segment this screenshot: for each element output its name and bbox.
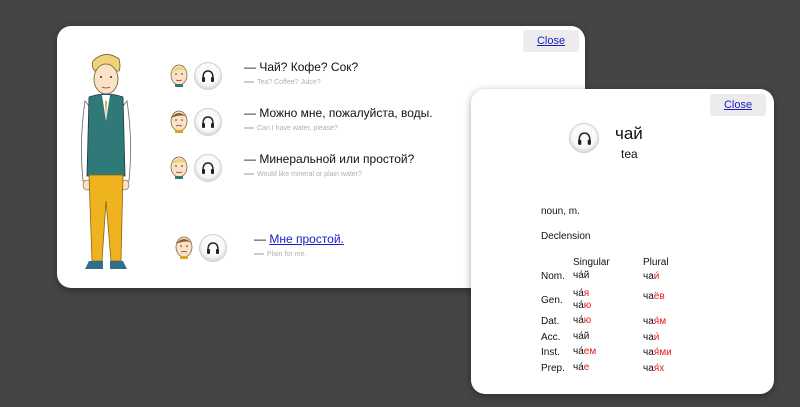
word-form: чаи́ — [643, 332, 659, 343]
dialog-line-translation: Tea? Coffee? Juice? — [244, 79, 321, 86]
word-translation: tea — [621, 147, 638, 161]
declension-label: Declension — [541, 231, 591, 242]
word-form: ча́й — [573, 270, 589, 281]
answer-translation: Plain for me. — [254, 251, 306, 258]
translation-text: Tea? Coffee? Juice? — [257, 79, 321, 86]
singular-cell: ча́е — [573, 362, 589, 374]
headphones-icon — [202, 162, 214, 174]
form-stem: ча — [643, 271, 654, 282]
line-2-audio-button[interactable] — [194, 108, 222, 136]
form-stem: ча — [643, 347, 654, 358]
word-form: ча́ю — [573, 300, 591, 311]
case-label: Dat. — [541, 316, 560, 327]
form-stem: ча́ — [573, 315, 584, 326]
answer-audio-button[interactable] — [199, 234, 227, 262]
word-form: чая́ми — [643, 347, 672, 358]
plural-header: Plural — [643, 257, 669, 268]
singular-cell: ча́ю — [573, 315, 591, 327]
form-ending: е — [583, 362, 590, 373]
word-card: Close чай tea noun, m. Declension Singul… — [471, 89, 774, 394]
form-stem: ча — [643, 316, 654, 327]
answer-text: — Мне простой. — [254, 232, 344, 246]
dialog-line-text: — Можно мне, пожалуйста, воды. — [244, 106, 433, 120]
dialog-answer: — Мне простой. Plain for me. — [174, 232, 474, 268]
form-ending: ёв — [653, 291, 665, 302]
form-ending: ю — [583, 315, 592, 326]
dialog-line-2: — Можно мне, пожалуйста, воды. Can I hav… — [169, 106, 469, 142]
word-form: чаёв — [643, 291, 665, 302]
word-form: ча́я — [573, 288, 589, 299]
dialog-close-button[interactable]: Close — [523, 30, 579, 52]
headphones-icon — [207, 242, 219, 254]
form-ending: ю — [583, 300, 592, 311]
form-stem: ча́ — [573, 288, 584, 299]
plural-cell: чаёв — [643, 291, 665, 302]
form-ending: я́ми — [653, 347, 672, 358]
form-ending: я́м — [653, 316, 667, 327]
singular-cell: ча́я ча́ю — [573, 288, 591, 312]
form-stem: ча — [643, 363, 654, 374]
form-stem: ча — [643, 291, 654, 302]
plural-cell: чая́м — [643, 316, 666, 327]
form-stem: ча́й — [573, 331, 590, 342]
dialog-line-translation: Would like mineral or plain water? — [244, 171, 362, 178]
headphones-icon — [202, 70, 214, 82]
form-stem: ча́й — [573, 270, 590, 281]
singular-header: Singular — [573, 257, 610, 268]
form-stem: ча́ — [573, 300, 584, 311]
form-stem: ча́ — [573, 362, 584, 373]
dialog-line-text: — Минеральной или простой? — [244, 152, 415, 166]
case-label: Inst. — [541, 347, 560, 358]
form-ending: я́х — [653, 363, 665, 374]
word-form: чаи́ — [643, 271, 659, 282]
waiter-avatar-icon — [170, 64, 188, 87]
case-label: Nom. — [541, 271, 565, 282]
answer-link[interactable]: Мне простой. — [269, 232, 344, 246]
form-ending: я — [583, 288, 590, 299]
form-ending: ем — [583, 346, 597, 357]
case-label: Prep. — [541, 363, 565, 374]
form-ending: и́ — [653, 332, 660, 343]
dialog-line-translation: Can I have water, please? — [244, 125, 338, 132]
plural-cell: чаи́ — [643, 271, 659, 282]
translation-text: Can I have water, please? — [257, 125, 338, 132]
guest-avatar-icon — [170, 110, 188, 133]
plural-cell: чая́х — [643, 363, 664, 374]
dialog-line-1: — Чай? Кофе? Сок? Tea? Coffee? Juice? — [169, 60, 469, 96]
answer-dash: — — [254, 232, 266, 246]
word-audio-button[interactable] — [569, 123, 599, 153]
word-form: чая́м — [643, 316, 666, 327]
translation-text: Plain for me. — [267, 251, 307, 258]
case-label: Acc. — [541, 332, 561, 343]
headphones-icon — [202, 116, 214, 128]
waiter-illustration — [81, 54, 131, 269]
word-form: ча́ю — [573, 315, 591, 326]
case-label: Gen. — [541, 295, 563, 306]
word-form: ча́й — [573, 331, 589, 342]
singular-cell: ча́й — [573, 270, 589, 282]
word-form: чая́х — [643, 363, 664, 374]
form-stem: ча́ — [573, 346, 584, 357]
plural-cell: чаи́ — [643, 332, 659, 343]
singular-cell: ча́й — [573, 331, 589, 343]
word-form: ча́ем — [573, 346, 596, 357]
headphones-icon — [577, 131, 591, 145]
waiter-avatar-icon — [170, 156, 188, 179]
line-3-audio-button[interactable] — [194, 154, 222, 182]
form-stem: ча — [643, 332, 654, 343]
plural-cell: чая́ми — [643, 347, 672, 358]
card-close-button[interactable]: Close — [710, 94, 766, 116]
guest-avatar-icon — [175, 236, 193, 259]
form-ending: и́ — [653, 271, 660, 282]
word-form: ча́е — [573, 362, 589, 373]
dialog-line-text: — Чай? Кофе? Сок? — [244, 60, 359, 74]
dialog-line-3: — Минеральной или простой? Would like mi… — [169, 152, 469, 188]
singular-cell: ча́ем — [573, 346, 596, 358]
translation-text: Would like mineral or plain water? — [257, 171, 362, 178]
part-of-speech: noun, m. — [541, 206, 580, 217]
line-1-audio-button[interactable] — [194, 62, 222, 90]
word-title: чай — [615, 124, 643, 143]
